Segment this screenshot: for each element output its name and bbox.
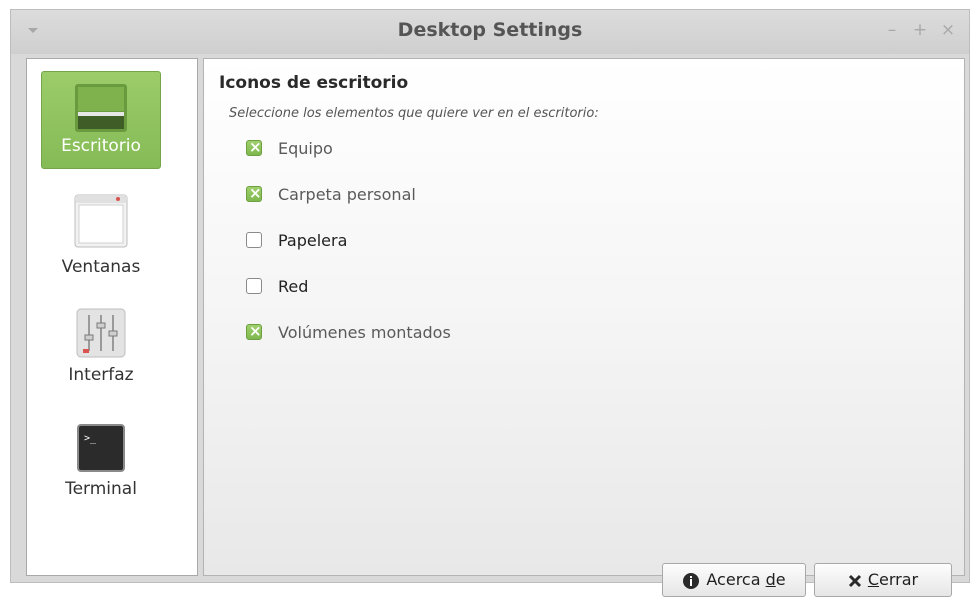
sidebar-item-terminal[interactable]: >_ Terminal [41,415,161,513]
window-title: Desktop Settings [397,19,583,41]
sidebar: Escritorio Ventanas Interfaz >_ Terminal [26,58,198,576]
close-icon [848,574,861,587]
checkbox-label[interactable]: Papelera [278,231,347,250]
sidebar-item-label: Escritorio [61,136,141,156]
close-button-label: Cerrar [867,570,919,589]
sidebar-item-interfaz[interactable]: Interfaz [41,301,161,399]
checkbox-label[interactable]: Carpeta personal [278,185,416,204]
checkbox-label[interactable]: Volúmenes montados [278,323,451,342]
content-panel: Iconos de escritorio Seleccione los elem… [203,58,965,597]
desktop-icon [75,84,127,132]
close-button[interactable]: Cerrar [814,563,952,597]
sidebar-item-label: Terminal [65,479,137,499]
section-subtitle: Seleccione los elementos que quiere ver … [229,106,599,121]
sliders-icon [76,308,126,358]
checkbox-box[interactable] [246,322,262,340]
checkbox-box[interactable] [246,232,262,248]
sidebar-item-label: Interfaz [68,365,134,385]
sidebar-item-escritorio[interactable]: Escritorio [41,71,161,169]
desktop-settings-window: Desktop Settings – + × Escritorio Ventan… [10,9,970,597]
about-button-label: Acerca de [706,570,786,589]
about-button[interactable]: Acerca de [662,563,806,597]
checkbox-label[interactable]: Red [278,277,308,296]
window-icon [74,194,128,248]
sidebar-item-label: Ventanas [61,257,141,277]
maximize-button[interactable]: + [911,20,929,40]
checkbox-box[interactable] [246,184,262,202]
terminal-icon: >_ [77,424,125,472]
close-window-button[interactable]: × [939,20,957,40]
title-bar[interactable]: Desktop Settings – + × [11,10,969,54]
svg-text:>_: >_ [84,433,97,444]
checkbox-box[interactable] [246,278,262,294]
minimize-button[interactable]: – [883,20,901,40]
sidebar-item-ventanas[interactable]: Ventanas [41,187,161,285]
section-heading: Iconos de escritorio [219,73,409,93]
checkbox-label[interactable]: Equipo [278,139,333,158]
checkbox-box[interactable] [246,138,262,156]
info-icon [683,572,700,589]
